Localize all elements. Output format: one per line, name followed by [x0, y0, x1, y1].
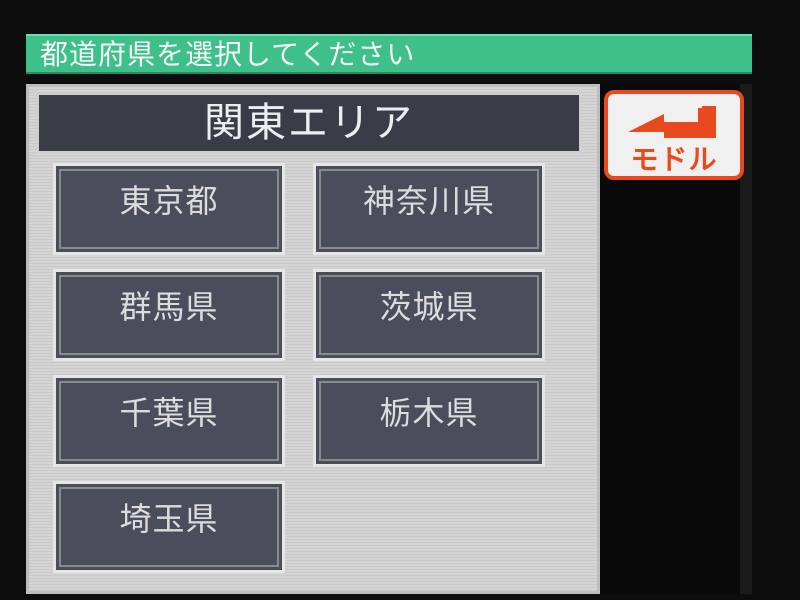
- prefecture-button-ibaraki[interactable]: 茨城県: [313, 269, 545, 361]
- instruction-bar: 都道府県を選択してください: [26, 34, 752, 74]
- back-button-label: モドル: [630, 143, 718, 176]
- return-arrow-icon: [628, 106, 716, 138]
- prefecture-button-chiba[interactable]: 千葉県: [53, 375, 285, 467]
- prefecture-button-tochigi[interactable]: 栃木県: [313, 375, 545, 467]
- navigation-screen: 都道府県を選択してください 関東エリア 東京都 神奈川県 群馬県 茨城県 千葉県…: [0, 0, 800, 600]
- prefecture-button-saitama[interactable]: 埼玉県: [53, 481, 285, 573]
- area-title: 関東エリア: [37, 93, 581, 153]
- prefecture-button-gunma[interactable]: 群馬県: [53, 269, 285, 361]
- back-button[interactable]: モドル: [604, 90, 744, 180]
- prefecture-list-panel: 関東エリア 東京都 神奈川県 群馬県 茨城県 千葉県 栃木県 埼玉県: [26, 84, 600, 594]
- prefecture-button-tokyo[interactable]: 東京都: [53, 163, 285, 255]
- prefecture-button-kanagawa[interactable]: 神奈川県: [313, 163, 545, 255]
